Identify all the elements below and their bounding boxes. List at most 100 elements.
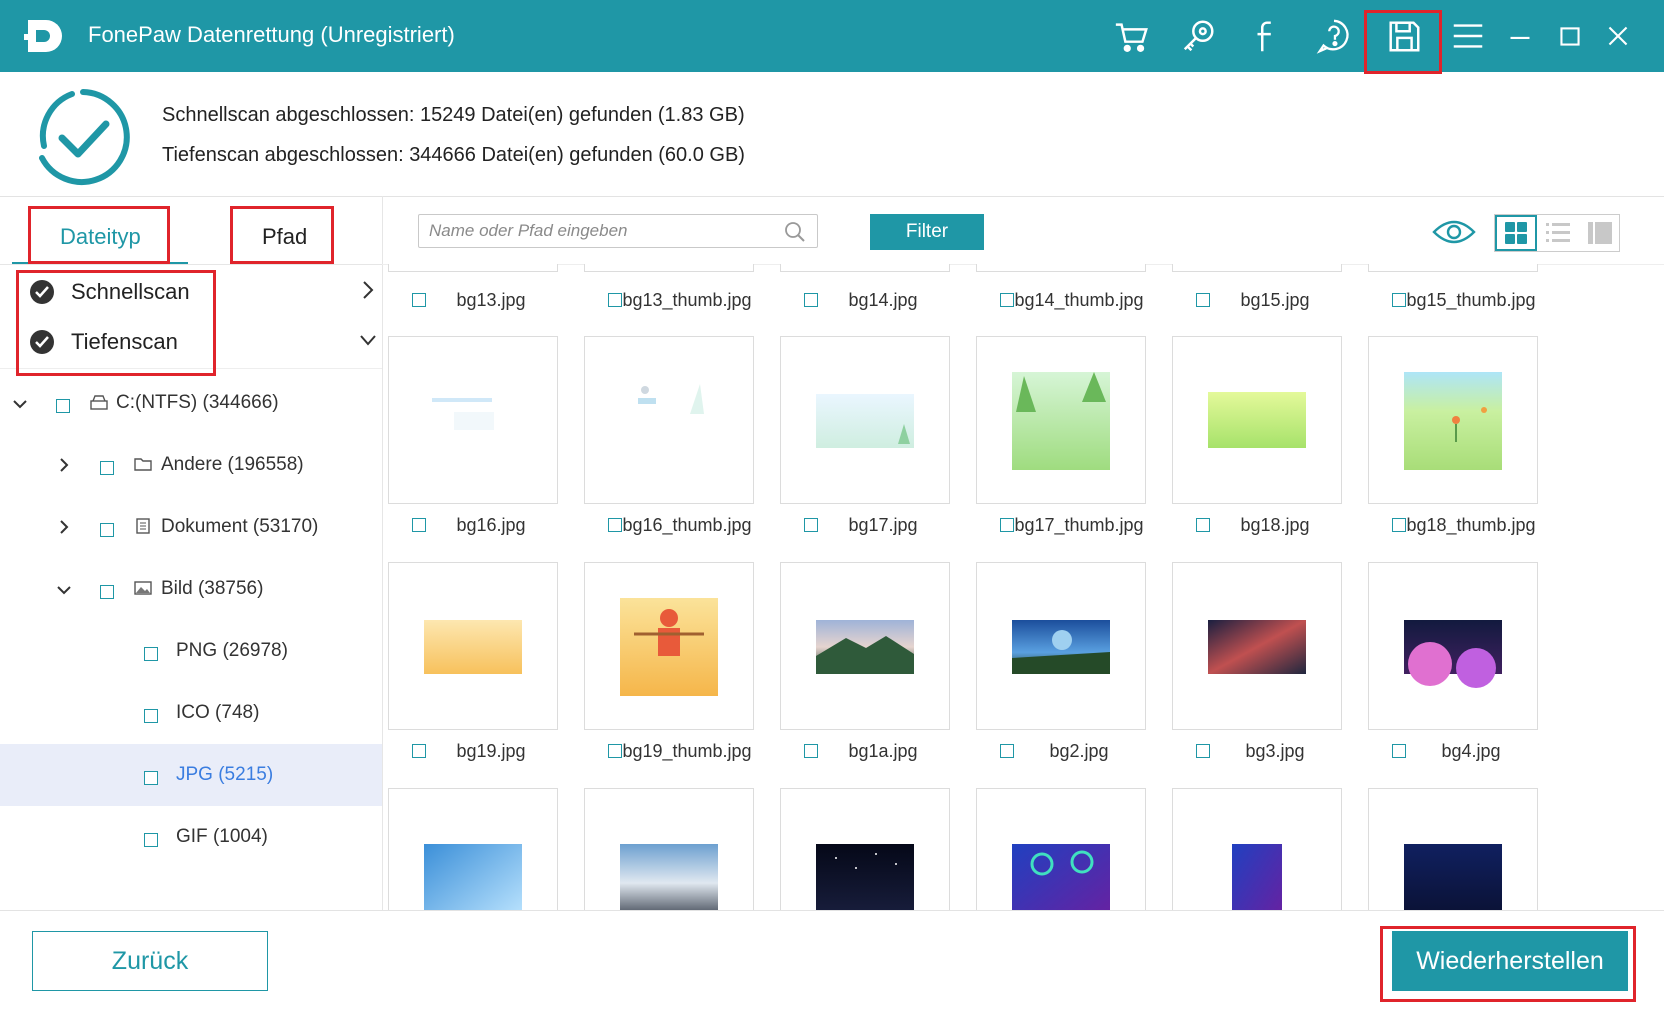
tree-node-drive[interactable]: C:(NTFS) (344666)	[0, 372, 382, 434]
image-preview	[1404, 372, 1502, 470]
tree-checkbox[interactable]	[100, 523, 114, 537]
facebook-icon[interactable]	[1243, 12, 1291, 60]
menu-icon[interactable]	[1444, 12, 1492, 60]
search-icon[interactable]	[784, 221, 806, 243]
file-name: bg17_thumb.jpg	[1014, 515, 1144, 535]
image-preview	[1404, 620, 1502, 688]
tree-checkbox[interactable]	[100, 461, 114, 475]
file-thumbnail[interactable]	[976, 336, 1146, 504]
file-thumbnail[interactable]	[976, 562, 1146, 730]
minimize-icon[interactable]	[1496, 12, 1544, 60]
app-logo-icon	[24, 20, 62, 52]
file-thumbnail[interactable]	[388, 336, 558, 504]
tree-checkbox[interactable]	[144, 709, 158, 723]
tree-node-image[interactable]: Bild (38756)	[0, 558, 382, 620]
tree-label-gif: GIF (1004)	[176, 826, 268, 847]
scan-label-deep: Tiefenscan	[71, 329, 178, 354]
scan-checked-icon	[30, 330, 54, 354]
file-name: bg18.jpg	[1240, 515, 1310, 535]
detail-view-icon[interactable]	[1579, 215, 1621, 251]
tree-node-other[interactable]: Andere (196558)	[0, 434, 382, 496]
tree-checkbox[interactable]	[100, 585, 114, 599]
image-preview	[1012, 372, 1110, 470]
file-thumbnail[interactable]	[388, 788, 558, 910]
file-thumbnail[interactable]	[1172, 336, 1342, 504]
tab-path[interactable]: Pfad	[262, 224, 307, 250]
tab-filetype[interactable]: Dateityp	[60, 224, 141, 250]
save-icon[interactable]	[1380, 12, 1428, 60]
tree-node-png[interactable]: PNG (26978)	[0, 620, 382, 682]
file-thumbnail[interactable]	[976, 788, 1146, 910]
close-icon[interactable]	[1594, 12, 1642, 60]
left-panel: Dateityp Pfad Schnellscan Tiefenscan C:(…	[0, 196, 383, 910]
file-thumbnail[interactable]	[780, 562, 950, 730]
chevron-down-icon[interactable]	[12, 396, 28, 412]
tree-label-image: Bild (38756)	[161, 578, 264, 599]
file-thumbnail[interactable]	[976, 264, 1146, 272]
list-view-icon[interactable]	[1537, 215, 1579, 251]
image-preview	[816, 394, 914, 448]
tree-checkbox[interactable]	[56, 399, 70, 413]
chevron-right-icon[interactable]	[56, 519, 72, 535]
scan-row-quick[interactable]: Schnellscan	[0, 268, 382, 318]
file-thumbnail[interactable]	[1172, 788, 1342, 910]
file-thumbnail[interactable]	[584, 336, 754, 504]
file-thumbnail[interactable]	[780, 264, 950, 272]
scan-status-panel: Schnellscan abgeschlossen: 15249 Datei(e…	[0, 72, 1664, 197]
filter-button[interactable]: Filter	[870, 214, 984, 250]
tree-label-jpg: JPG (5215)	[176, 764, 274, 785]
view-mode-group	[1494, 214, 1620, 252]
file-name: bg14_thumb.jpg	[1014, 290, 1144, 310]
file-thumbnail[interactable]	[584, 562, 754, 730]
tree-checkbox[interactable]	[144, 771, 158, 785]
search-input[interactable]	[418, 214, 818, 248]
tree-label-drive: C:(NTFS) (344666)	[116, 392, 279, 413]
file-thumbnail[interactable]	[388, 264, 558, 272]
tree-node-document[interactable]: Dokument (53170)	[0, 496, 382, 558]
file-thumbnail[interactable]	[1368, 264, 1538, 272]
chevron-right-icon[interactable]	[358, 276, 378, 304]
file-thumbnail[interactable]	[584, 264, 754, 272]
drive-icon	[90, 395, 108, 410]
app-title: FonePaw Datenrettung (Unregistriert)	[88, 22, 455, 47]
deep-scan-status: Tiefenscan abgeschlossen: 344666 Datei(e…	[162, 144, 745, 166]
file-name: bg15_thumb.jpg	[1406, 290, 1536, 310]
file-thumbnail[interactable]	[780, 788, 950, 910]
restore-button[interactable]: Wiederherstellen	[1392, 931, 1628, 991]
file-thumbnail[interactable]	[1172, 562, 1342, 730]
tree-node-jpg[interactable]: JPG (5215)	[0, 744, 382, 806]
image-preview	[620, 598, 718, 696]
file-thumbnail[interactable]	[584, 788, 754, 910]
file-thumbnail[interactable]	[1368, 788, 1538, 910]
file-name: bg2.jpg	[1049, 741, 1109, 761]
folder-icon	[134, 458, 152, 471]
help-icon[interactable]	[1310, 12, 1358, 60]
chevron-right-icon[interactable]	[56, 457, 72, 473]
tree-node-ico[interactable]: ICO (748)	[0, 682, 382, 744]
maximize-icon[interactable]	[1546, 12, 1594, 60]
back-button[interactable]: Zurück	[32, 931, 268, 991]
file-thumbnail[interactable]	[1368, 562, 1538, 730]
tree-label-png: PNG (26978)	[176, 640, 288, 661]
chevron-down-icon[interactable]	[56, 582, 72, 598]
key-icon[interactable]	[1175, 12, 1223, 60]
cart-icon[interactable]	[1108, 12, 1156, 60]
image-preview	[432, 398, 494, 430]
footer: Zurück Wiederherstellen	[0, 910, 1664, 1016]
file-thumbnail[interactable]	[1368, 336, 1538, 504]
scan-row-deep[interactable]: Tiefenscan	[0, 318, 382, 368]
tree-checkbox[interactable]	[144, 833, 158, 847]
file-thumbnail[interactable]	[1172, 264, 1342, 272]
preview-eye-icon[interactable]	[1432, 216, 1476, 248]
grid-view-icon[interactable]	[1495, 215, 1537, 251]
file-name: bg16.jpg	[456, 515, 526, 535]
file-thumbnail[interactable]	[388, 562, 558, 730]
tree-node-gif[interactable]: GIF (1004)	[0, 806, 382, 868]
tab-divider	[0, 264, 382, 265]
title-bar: FonePaw Datenrettung (Unregistriert)	[0, 0, 1664, 72]
chevron-down-icon[interactable]	[358, 326, 378, 354]
tree-checkbox[interactable]	[144, 647, 158, 661]
quick-scan-status: Schnellscan abgeschlossen: 15249 Datei(e…	[162, 104, 745, 126]
file-name: bg17.jpg	[848, 515, 918, 535]
file-thumbnail[interactable]	[780, 336, 950, 504]
